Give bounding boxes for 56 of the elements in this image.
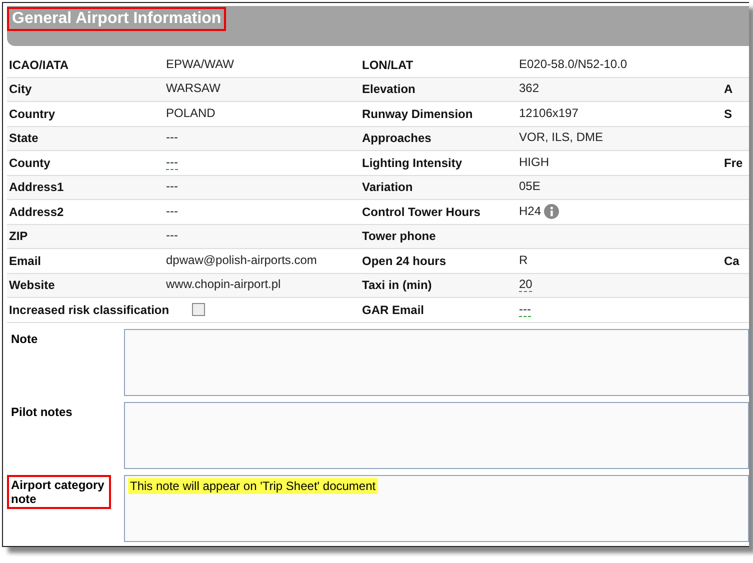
checkbox[interactable] [192,303,206,316]
field-label: Website [8,278,56,292]
field-label: Country [8,106,56,121]
field-label: Approaches [361,131,432,146]
field-label: Address1 [8,180,65,194]
section-title: General Airport Information [7,7,226,31]
note-field[interactable]: This note will appear on 'Trip Sheet' document [124,474,749,542]
highlighted-note-text: This note will appear on 'Trip Sheet' document [128,478,378,494]
field-value: --- [166,131,178,146]
field-value: HIGH [519,156,549,170]
field-value: POLAND [166,106,216,121]
field-label: Tower phone [361,229,437,244]
field-value: --- [166,156,178,170]
field-label: ZIP [8,229,29,244]
field-value: --- [166,204,178,219]
note-label: Pilot notes [10,404,74,420]
field-label: S [723,106,734,121]
field-label: A [723,82,734,96]
field-label: County [8,156,52,170]
field-value: WARSAW [166,82,220,96]
field-label: Elevation [361,82,416,96]
field-label: Increased risk classification [8,302,170,317]
field-label: Control Tower Hours [361,204,482,219]
field-value: VOR, ILS, DME [519,131,604,146]
field-value: EPWA/WAW [166,58,234,72]
field-value: --- [166,180,178,194]
field-label: State [8,131,40,146]
field-value: --- [519,302,531,317]
note-label: Note [10,330,39,348]
field-label: City [8,82,33,96]
field-label: Variation [361,180,414,194]
note-label: Airport category note [7,474,111,508]
field-label: Address2 [8,204,65,219]
field-value: --- [166,229,178,244]
field-label: Taxi in (min) [361,278,433,292]
field-label: Ca [723,254,740,268]
field-label: Runway Dimension [361,106,474,121]
field-label: Email [8,254,42,268]
field-label: Lighting Intensity [361,156,463,170]
field-value: 05E [519,180,540,194]
field-value: dpwaw@polish-airports.com [166,254,317,268]
field-value: E020-58.0/N52-10.0 [519,58,628,72]
field-value: 12106x197 [519,106,578,121]
field-value: H24 [519,204,542,219]
field-label: LON/LAT [361,58,414,72]
field-value: R [519,254,528,268]
field-label: ICAO/IATA [8,58,70,72]
field-label: Open 24 hours [361,254,448,268]
field-label: Fre [723,156,744,170]
info-icon[interactable] [544,204,560,220]
field-value: 362 [519,82,540,96]
field-value: www.chopin-airport.pl [166,278,281,292]
field-label: GAR Email [361,302,426,317]
note-field[interactable] [124,402,749,468]
field-value: 20 [519,278,532,292]
note-field[interactable] [124,328,749,396]
